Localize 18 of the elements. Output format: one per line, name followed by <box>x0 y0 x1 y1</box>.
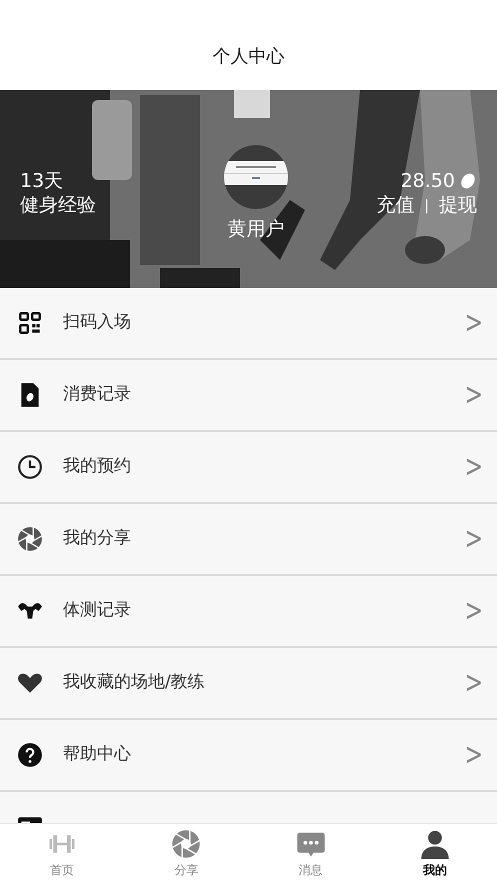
chevron: > <box>464 304 483 342</box>
aperture-icon <box>17 526 43 552</box>
chevron: > <box>464 520 483 558</box>
tab-item[interactable]: 我的 <box>372 824 497 883</box>
chevron: > <box>464 376 483 414</box>
tab-item[interactable]: 首页 <box>0 824 124 883</box>
person-icon <box>420 828 450 858</box>
chevron: > <box>464 448 483 486</box>
chevron: > <box>464 664 483 702</box>
aperture-icon <box>171 828 202 858</box>
tab-item[interactable]: 消息 <box>248 824 373 883</box>
help-icon <box>17 742 43 768</box>
qr-code-icon <box>17 310 43 336</box>
page-title: 个人中心 <box>212 45 284 69</box>
chevron: > <box>464 736 483 774</box>
tab-item[interactable]: 分享 <box>124 824 248 883</box>
clock-icon <box>17 454 43 480</box>
chevron: > <box>464 592 483 630</box>
